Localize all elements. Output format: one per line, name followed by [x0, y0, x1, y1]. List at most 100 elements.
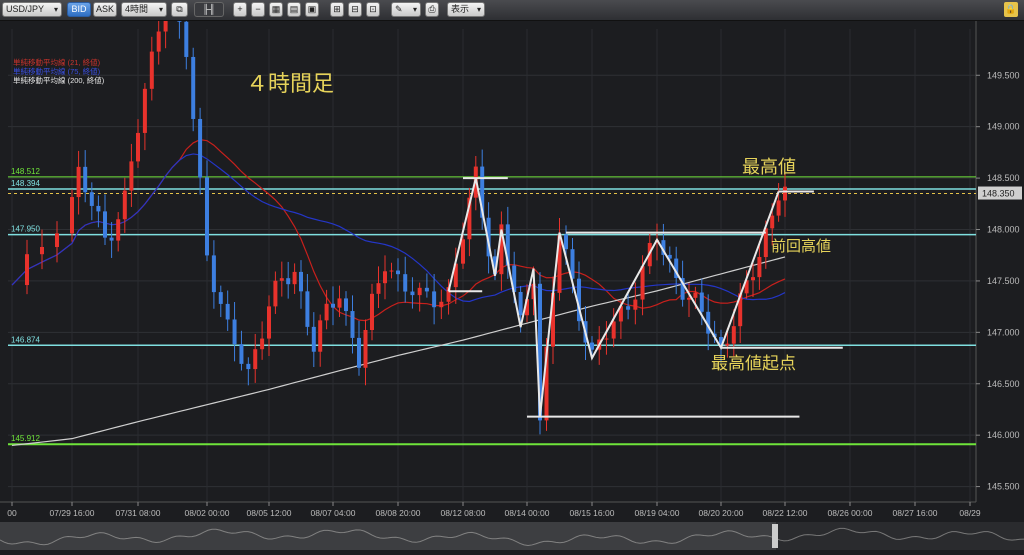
- table-button[interactable]: ▤: [287, 2, 301, 17]
- y-tick-label: 149.000: [987, 122, 1020, 132]
- window-button[interactable]: ▣: [305, 2, 319, 17]
- candle-body: [376, 283, 381, 294]
- x-tick-label: 08/12 08:00: [441, 508, 486, 518]
- indicator-remove-icon: ⊟: [351, 4, 359, 14]
- candle-body: [286, 278, 291, 285]
- candle-body: [518, 291, 523, 316]
- candle-body: [770, 215, 775, 229]
- y-tick-label: 149.500: [987, 70, 1020, 80]
- candle-body: [273, 280, 278, 307]
- zoom-out-button[interactable]: −: [251, 2, 265, 17]
- indicator-add-button[interactable]: ⊞: [330, 2, 344, 17]
- candle-body: [76, 166, 81, 198]
- legend-ma75: 単純移動平均線 (75, 終値): [13, 66, 101, 76]
- candle-body: [439, 301, 444, 308]
- ask-button[interactable]: ASK: [93, 2, 117, 17]
- x-tick-label: 00: [7, 508, 17, 518]
- link-button[interactable]: ⧉: [171, 2, 188, 17]
- plus-icon: +: [237, 4, 243, 14]
- candle-body: [198, 118, 203, 178]
- legend-ma21: 単純移動平均線 (21, 終値): [13, 57, 101, 67]
- candle-body: [396, 270, 400, 275]
- candle-body: [218, 292, 223, 304]
- x-tick-label: 08/02 00:00: [185, 508, 230, 518]
- candle-body: [299, 271, 303, 292]
- candle-body: [103, 211, 107, 238]
- candle-body: [279, 278, 284, 281]
- candle-body: [260, 338, 265, 350]
- chevron-down-icon: ▾: [476, 5, 481, 14]
- candle-body: [292, 271, 297, 285]
- candle-body: [318, 320, 323, 352]
- table-icon: ▤: [289, 4, 299, 14]
- timeframe-select[interactable]: 4時間 ▾: [121, 2, 167, 17]
- candle-body: [122, 190, 127, 220]
- indicator-remove-button[interactable]: ⊟: [348, 2, 362, 17]
- candle-body: [305, 291, 310, 327]
- candle-body: [267, 306, 271, 339]
- chevron-down-icon: ▾: [53, 5, 58, 14]
- candle-body: [783, 186, 787, 201]
- zoom-in-button[interactable]: +: [233, 2, 247, 17]
- candle-body: [363, 329, 368, 368]
- chart-area[interactable]: 148.512 148.394 147.950 146.874 145.912 ４時間足…: [0, 0, 1024, 550]
- indicator-settings-icon: ⊡: [369, 4, 377, 14]
- candle-body: [731, 326, 736, 344]
- grid-button[interactable]: ▦: [269, 2, 283, 17]
- candle-body: [205, 177, 209, 256]
- draw-tool-select[interactable]: ✎ ▾: [391, 2, 421, 17]
- candle-body: [232, 319, 237, 345]
- price-chart: 148.512 148.394 147.950 146.874 145.912 ４時間足…: [0, 0, 1024, 550]
- candle-body: [725, 343, 730, 346]
- indicator-icon: ⊞: [333, 4, 341, 14]
- bid-button[interactable]: BID: [67, 2, 91, 17]
- price-level-label: 148.512: [11, 167, 40, 176]
- candle-body: [604, 338, 609, 340]
- x-tick-label: 08/07 04:00: [311, 508, 356, 518]
- chart-type-select[interactable]: ╟╢: [194, 2, 224, 17]
- candle-body: [424, 287, 429, 292]
- candle-body: [225, 303, 230, 320]
- timeframe-label: 4時間: [125, 4, 149, 14]
- candle-body: [331, 303, 335, 308]
- candle-body: [136, 132, 140, 162]
- candle-body: [109, 237, 114, 241]
- candle-body: [40, 246, 44, 255]
- candle-body: [116, 219, 121, 241]
- candle-body: [83, 166, 88, 193]
- candle-body: [55, 233, 59, 247]
- price-level-label: 145.912: [11, 434, 40, 443]
- candle-body: [693, 292, 698, 298]
- indicator-settings-button[interactable]: ⊡: [366, 2, 380, 17]
- symbol-select[interactable]: USD/JPY ▾: [2, 2, 62, 17]
- annotation-previous-high: 前回高値: [771, 238, 831, 255]
- x-tick-label: 08/27 16:00: [893, 508, 938, 518]
- camera-icon: ⎙: [428, 4, 436, 14]
- y-tick-label: 146.000: [987, 430, 1020, 440]
- minus-icon: −: [255, 4, 261, 14]
- price-level-label: 146.874: [11, 335, 40, 344]
- toolbar: USD/JPY ▾ BID ASK 4時間 ▾ ⧉ ╟╢ + − ▦ ▤ ▣ ⊞ ⊟…: [0, 0, 1024, 21]
- candle-body: [149, 51, 154, 89]
- x-tick-label: 08/15 16:00: [570, 508, 615, 518]
- lock-icon[interactable]: 🔒: [1004, 2, 1018, 17]
- x-tick-label: 08/22 12:00: [763, 508, 808, 518]
- x-tick-label: 07/31 08:00: [116, 508, 161, 518]
- symbol-label: USD/JPY: [6, 4, 45, 14]
- screenshot-button[interactable]: ⎙: [425, 2, 439, 17]
- candle-body: [253, 349, 258, 370]
- candle-body: [410, 291, 415, 296]
- candle-body: [184, 21, 189, 57]
- x-tick-label: 07/29 16:00: [50, 508, 95, 518]
- x-tick-label: 08/26 00:00: [828, 508, 873, 518]
- candle-body: [751, 277, 755, 281]
- display-select[interactable]: 表示 ▾: [447, 2, 485, 17]
- y-tick-label: 147.000: [987, 327, 1020, 337]
- candle-body: [383, 271, 387, 284]
- candle-body: [417, 287, 422, 296]
- candle-body: [461, 239, 465, 264]
- candle-body: [611, 321, 616, 339]
- candle-body: [25, 254, 29, 286]
- candle-body: [564, 234, 568, 250]
- candle-body: [246, 363, 251, 370]
